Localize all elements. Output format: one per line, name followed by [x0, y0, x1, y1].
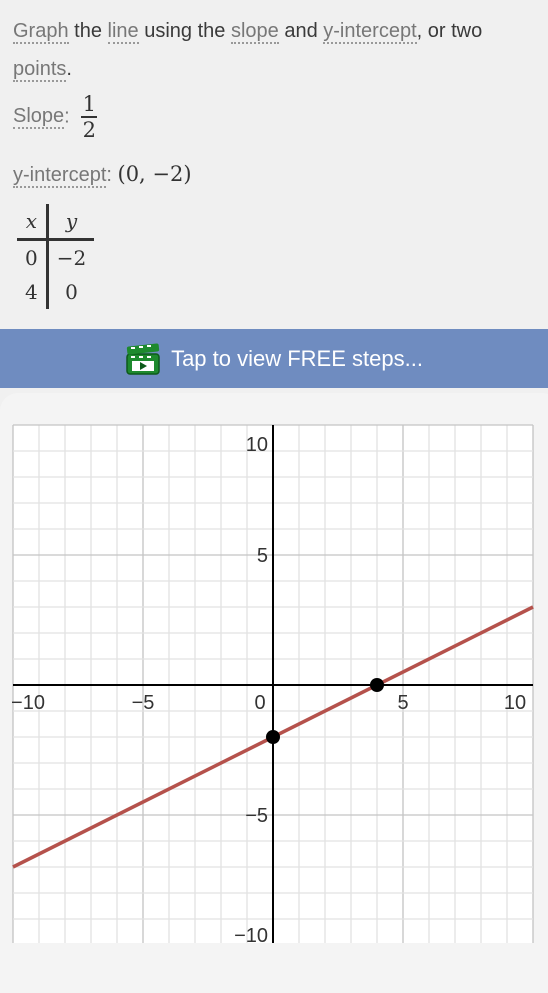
data-point: [266, 730, 280, 744]
intercept-label[interactable]: y-intercept: [13, 164, 107, 188]
slope-fraction: 1 2: [81, 92, 98, 142]
text: and: [278, 20, 324, 42]
data-point: [370, 678, 384, 692]
video-clapper-icon: [126, 343, 160, 375]
intercept-row: y-intercept: (0, −2): [13, 162, 192, 188]
intercept-value: (0, −2): [117, 162, 192, 186]
glossary-term[interactable]: slope: [230, 20, 279, 44]
x-tick-label: 0: [254, 692, 265, 714]
glossary-term[interactable]: y-intercept: [323, 20, 417, 44]
header-x: x: [17, 204, 49, 241]
cell: 0: [17, 239, 49, 275]
view-steps-label: Tap to view FREE steps...: [171, 345, 423, 371]
slope-numerator: 1: [82, 92, 96, 116]
glossary-term[interactable]: line: [107, 20, 139, 44]
y-tick-label: 10: [246, 434, 268, 456]
xy-table: xy 0 −2 40: [17, 204, 95, 309]
cell: 0: [65, 280, 78, 304]
glossary-term[interactable]: points: [13, 58, 67, 82]
slope-label[interactable]: Slope: [13, 105, 65, 130]
x-tick-label: 5: [397, 692, 408, 714]
x-tick-label: −10: [11, 692, 45, 714]
view-steps-button[interactable]: Tap to view FREE steps...: [0, 329, 548, 388]
slope-row: Slope: 1 2: [13, 92, 98, 142]
problem-statement: Graph the line using the slope and y-int…: [13, 12, 538, 88]
text: the: [68, 20, 108, 42]
y-tick-label: 5: [257, 545, 268, 567]
text: using the: [138, 20, 231, 42]
cell: 4: [17, 275, 49, 309]
line-graph: −10 −5 0 5 10 10 5 −5 −10: [11, 424, 534, 947]
x-tick-label: −5: [132, 692, 155, 714]
x-tick-label: 10: [504, 692, 526, 714]
y-tick-label: −5: [245, 805, 268, 827]
header-y: y: [47, 204, 95, 241]
text: .: [66, 58, 72, 80]
text: , or two: [416, 20, 483, 42]
cell: −2: [56, 246, 87, 270]
glossary-term[interactable]: Graph: [13, 20, 69, 44]
y-tick-label: −10: [234, 925, 268, 947]
slope-denominator: 2: [82, 118, 96, 142]
